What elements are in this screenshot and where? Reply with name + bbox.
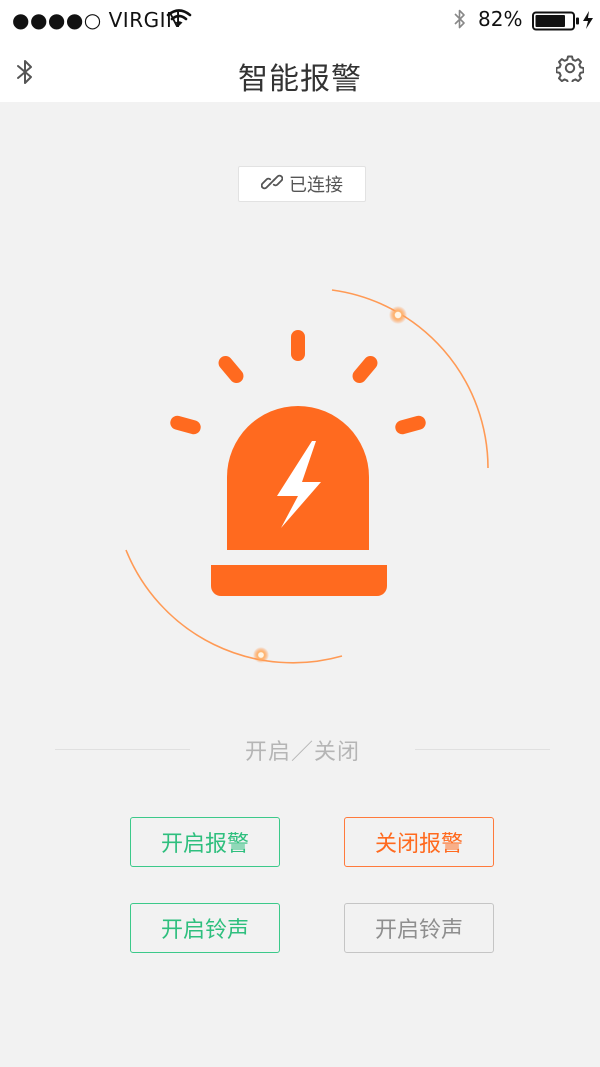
carrier-label: ●●●●○ VIRGIN [12, 8, 182, 32]
gear-icon[interactable] [555, 54, 585, 85]
alarm-graphic[interactable] [100, 270, 520, 690]
page-title: 智能报警 [238, 62, 362, 97]
disable-alarm-button[interactable]: 关闭报警 [344, 817, 494, 867]
status-bar: ●●●●○ VIRGIN 82% [0, 0, 600, 40]
nav-bar: 智能报警 [0, 40, 600, 102]
enable-ringtone-button[interactable]: 开启铃声 [130, 903, 280, 953]
enable-ringtone-disabled-button[interactable]: 开启铃声 [344, 903, 494, 953]
divider-left [55, 749, 190, 750]
connection-status-badge: 已连接 [238, 166, 366, 202]
orbit-dot-top-core [394, 311, 402, 319]
orbit-dot-bottom-core [258, 652, 264, 658]
charging-icon [582, 10, 594, 35]
battery-icon [532, 11, 580, 36]
section-label: 开启／关闭 [244, 740, 360, 765]
enable-alarm-button[interactable]: 开启报警 [130, 817, 280, 867]
divider-right [415, 749, 550, 750]
connection-status-label: 已连接 [289, 175, 343, 196]
toggle-section-header: 开启／关闭 [55, 730, 550, 770]
wifi-icon [166, 8, 192, 33]
bluetooth-status-icon [452, 8, 468, 35]
link-icon [260, 171, 284, 198]
battery-percent: 82% [478, 7, 523, 31]
